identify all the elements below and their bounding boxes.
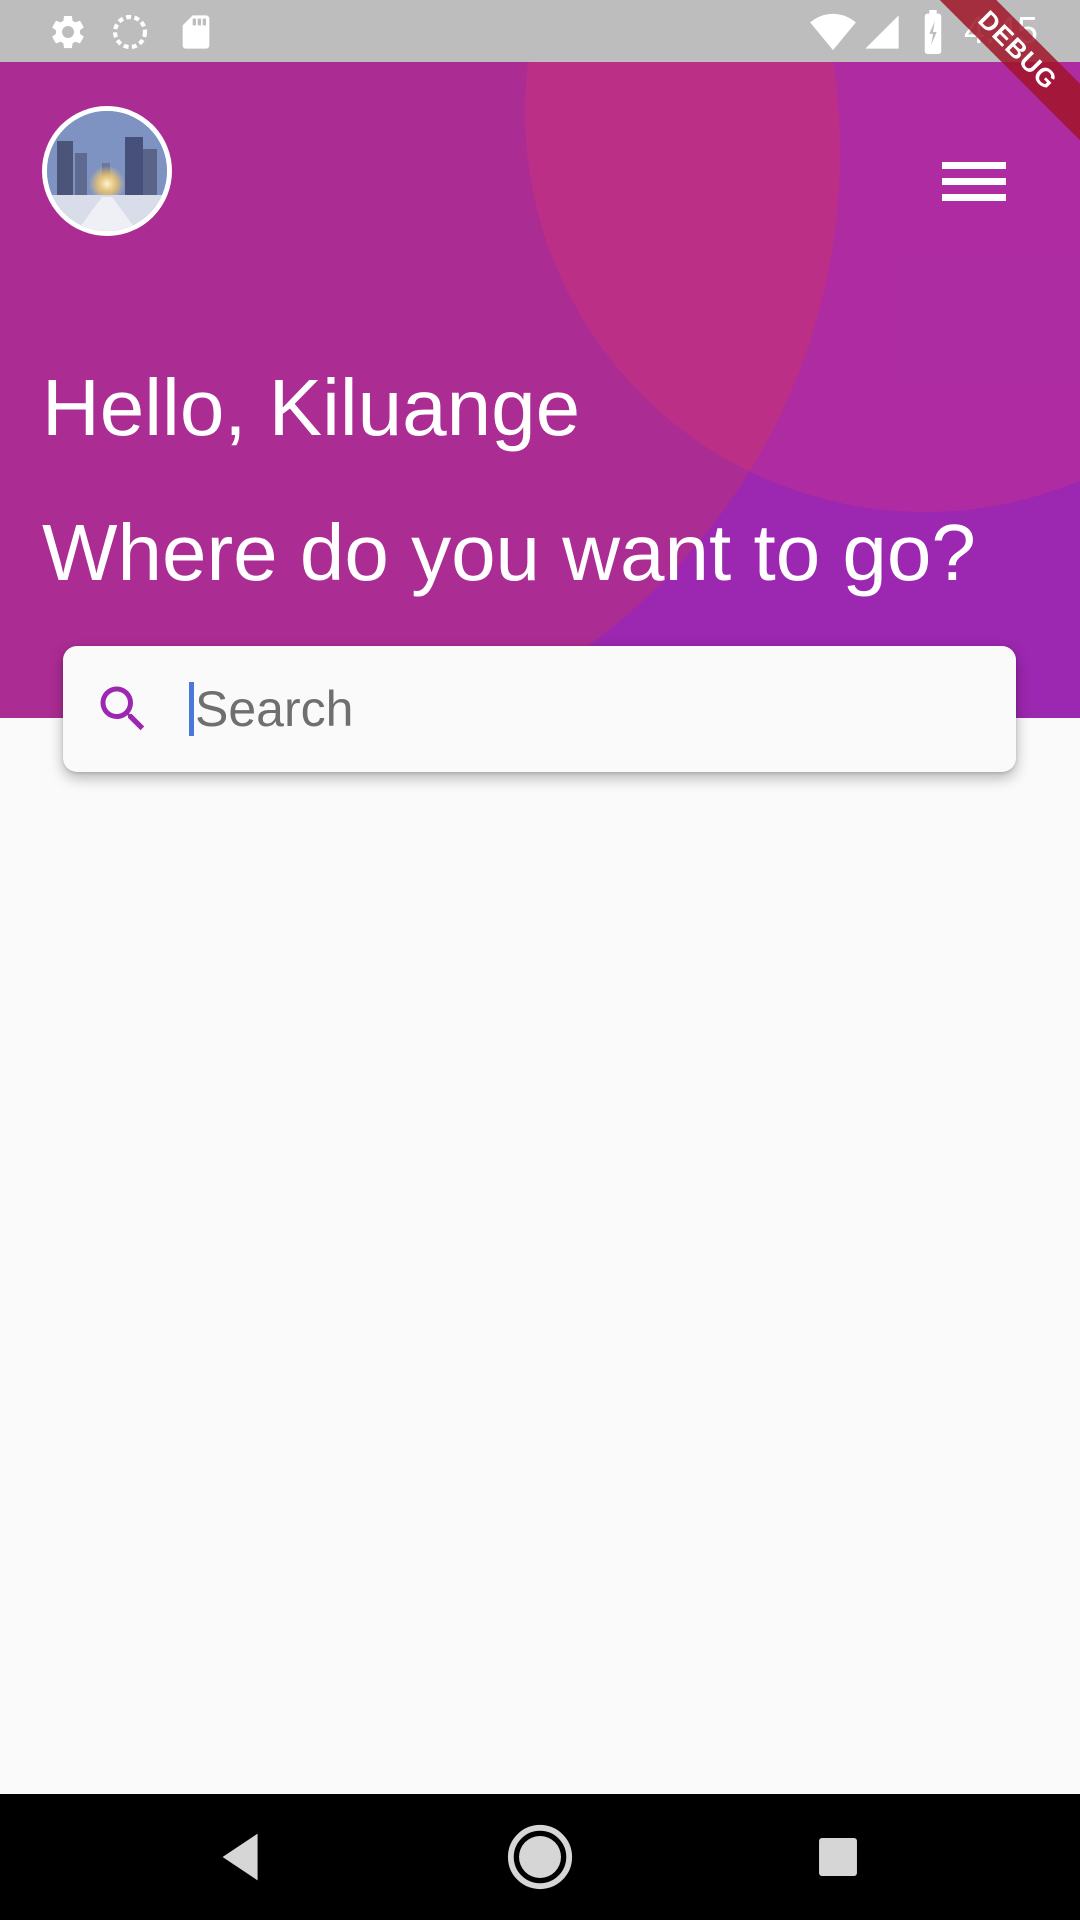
settings-icon xyxy=(48,12,88,57)
home-icon[interactable] xyxy=(505,1822,575,1892)
text-caret xyxy=(189,682,194,736)
avatar[interactable] xyxy=(42,106,172,236)
search-bar[interactable] xyxy=(63,646,1016,772)
back-icon[interactable] xyxy=(208,1822,278,1892)
cell-signal-icon xyxy=(862,12,902,57)
search-input[interactable] xyxy=(187,668,995,750)
recents-icon[interactable] xyxy=(803,1822,873,1892)
header: Hello, Kiluange Where do you want to go? xyxy=(0,62,1080,718)
header-circle-overlap xyxy=(525,62,1080,512)
menu-button[interactable] xyxy=(930,146,1020,216)
app-screen: 4:45 DEBUG xyxy=(0,0,1080,1920)
hamburger-menu-icon xyxy=(942,162,1006,201)
sd-card-icon xyxy=(176,12,216,57)
sync-icon xyxy=(110,12,150,57)
system-nav-bar xyxy=(0,1794,1080,1920)
search-icon[interactable] xyxy=(93,679,153,739)
greeting-title: Hello, Kiluange xyxy=(42,363,581,452)
city-avatar-image xyxy=(47,111,167,231)
wifi-icon xyxy=(810,10,856,57)
content-area xyxy=(0,718,1080,1794)
battery-charging-icon xyxy=(920,10,946,59)
destination-question: Where do you want to go? xyxy=(42,508,976,597)
status-bar: 4:45 xyxy=(0,0,1080,62)
